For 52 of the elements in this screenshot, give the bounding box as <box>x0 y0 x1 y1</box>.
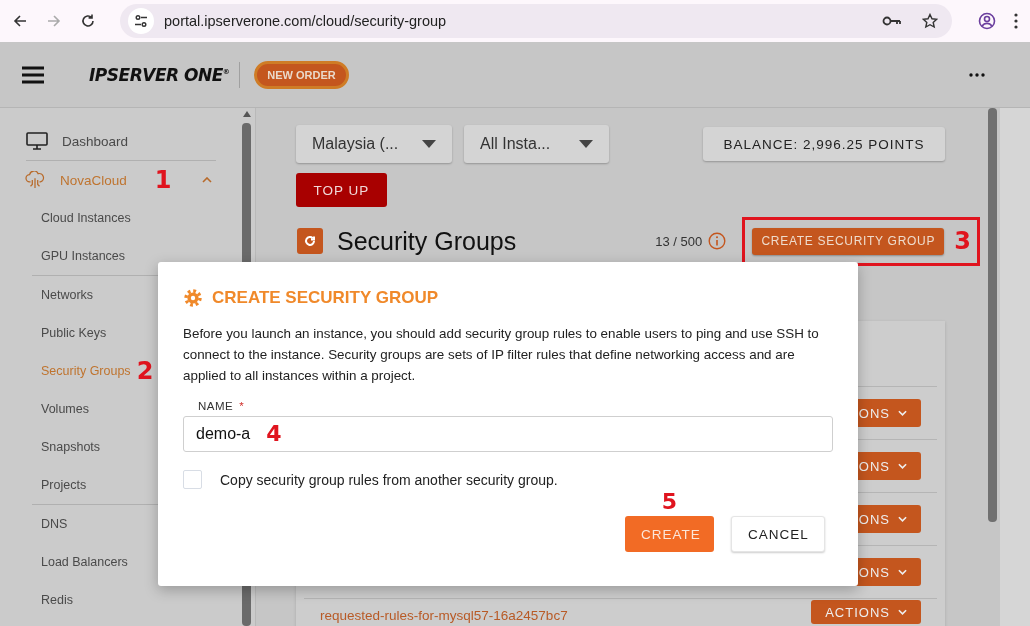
required-mark: * <box>239 400 245 412</box>
chevron-icon <box>898 516 907 522</box>
dialog-title: CREATE SECURITY GROUP <box>212 288 439 308</box>
balance-button[interactable]: BALANCE: 2,996.25 POINTS <box>703 127 945 161</box>
step-number: 3 <box>954 229 971 253</box>
step-number: 5 <box>661 491 678 513</box>
chevron-icon <box>898 569 907 575</box>
step-number: 4 <box>266 423 282 445</box>
caret-icon <box>422 140 436 148</box>
cloud-icon <box>24 171 46 189</box>
url-text: portal.ipserverone.com/cloud/security-group <box>164 13 448 29</box>
chevron-icon <box>898 463 907 469</box>
info-icon[interactable] <box>708 232 727 250</box>
create-security-group-button[interactable]: CREATE SECURITY GROUP <box>752 227 945 255</box>
logo: IPSERVER ONE$^{®}$ <box>89 64 230 85</box>
sidebar-item[interactable]: Dashboard <box>26 122 216 161</box>
group-name-link[interactable]: requested-rules-for-mysql57-16a2457bc7 <box>320 608 568 623</box>
address-bar[interactable]: portal.ipserverone.com/cloud/security-group <box>120 4 952 38</box>
back-icon[interactable] <box>12 13 28 29</box>
profile-icon[interactable] <box>978 12 996 30</box>
caret-icon <box>579 140 593 148</box>
chevron-icon <box>898 609 907 615</box>
reload-icon[interactable] <box>80 13 96 29</box>
scroll-up-icon[interactable] <box>242 111 251 117</box>
more-icon[interactable] <box>969 72 985 77</box>
key-icon[interactable] <box>882 15 902 27</box>
checkbox[interactable] <box>183 470 202 489</box>
step-number: 1 <box>154 168 172 192</box>
chevron-icon <box>898 410 907 416</box>
actions-button[interactable]: ACTIONS <box>811 600 921 624</box>
top-up-button[interactable]: TOP UP <box>296 173 387 207</box>
menu-icon[interactable] <box>1014 13 1018 29</box>
monitor-icon <box>26 132 48 150</box>
cancel-button[interactable]: CANCEL <box>731 516 825 552</box>
sidebar-item[interactable]: NovaCloud 1 <box>24 161 216 199</box>
site-settings-icon[interactable] <box>128 8 154 34</box>
dropdown[interactable]: Malaysia (... <box>296 125 452 163</box>
step-number: 2 <box>136 359 154 383</box>
sidebar-subitem[interactable]: GPU Instances <box>24 237 216 275</box>
star-icon[interactable] <box>922 13 938 29</box>
new-order-button[interactable]: NEW ORDER <box>254 60 349 89</box>
field-label: NAME <box>198 400 234 412</box>
sidebar-subitem[interactable]: Redis <box>24 581 216 619</box>
sidebar-subitem[interactable]: Cloud Instances <box>24 199 216 237</box>
checkbox-label: Copy security group rules from another security group. <box>220 471 558 488</box>
dialog-description: Before you launch an instance, you should add security group rules to enable users to ping and use SSH to connect to the instance. Security groups are sets of IP filter rules that define networking access and are applied to all instances within a project. <box>183 325 820 385</box>
gear-icon <box>183 288 203 308</box>
menu-icon[interactable] <box>22 65 44 84</box>
page-title: Security Groups <box>337 226 517 256</box>
dropdown[interactable]: All Insta... <box>464 125 609 163</box>
group-count: 13 / 500 <box>655 233 703 249</box>
refresh-icon[interactable] <box>297 228 323 254</box>
